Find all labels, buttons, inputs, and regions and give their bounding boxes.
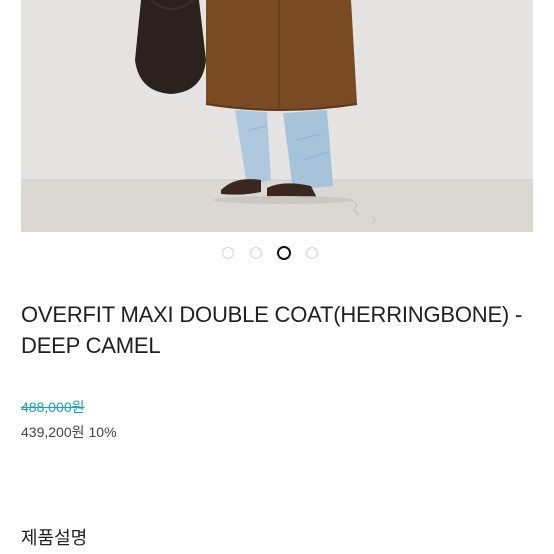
carousel-dot-3-active[interactable] [277,246,291,260]
discount-rate: 10% [88,424,117,440]
product-title: OVERFIT MAXI DOUBLE COAT(HERRINGBONE) - … [21,302,523,358]
product-photo-illustration [21,0,533,232]
original-price: 488,000원 [21,399,85,415]
sale-price: 439,200원 [21,424,85,440]
carousel-dot-1[interactable] [222,247,234,259]
carousel-dot-2[interactable] [250,247,262,259]
carousel-indicator [0,246,554,262]
product-detail-page: OVERFIT MAXI DOUBLE COAT(HERRINGBONE) - … [0,0,554,554]
carousel-dot-4[interactable] [306,247,318,259]
sale-price-row: 439,200원 10% [21,422,117,442]
description-heading: 제품설명 [21,528,88,549]
product-image[interactable] [21,0,533,232]
